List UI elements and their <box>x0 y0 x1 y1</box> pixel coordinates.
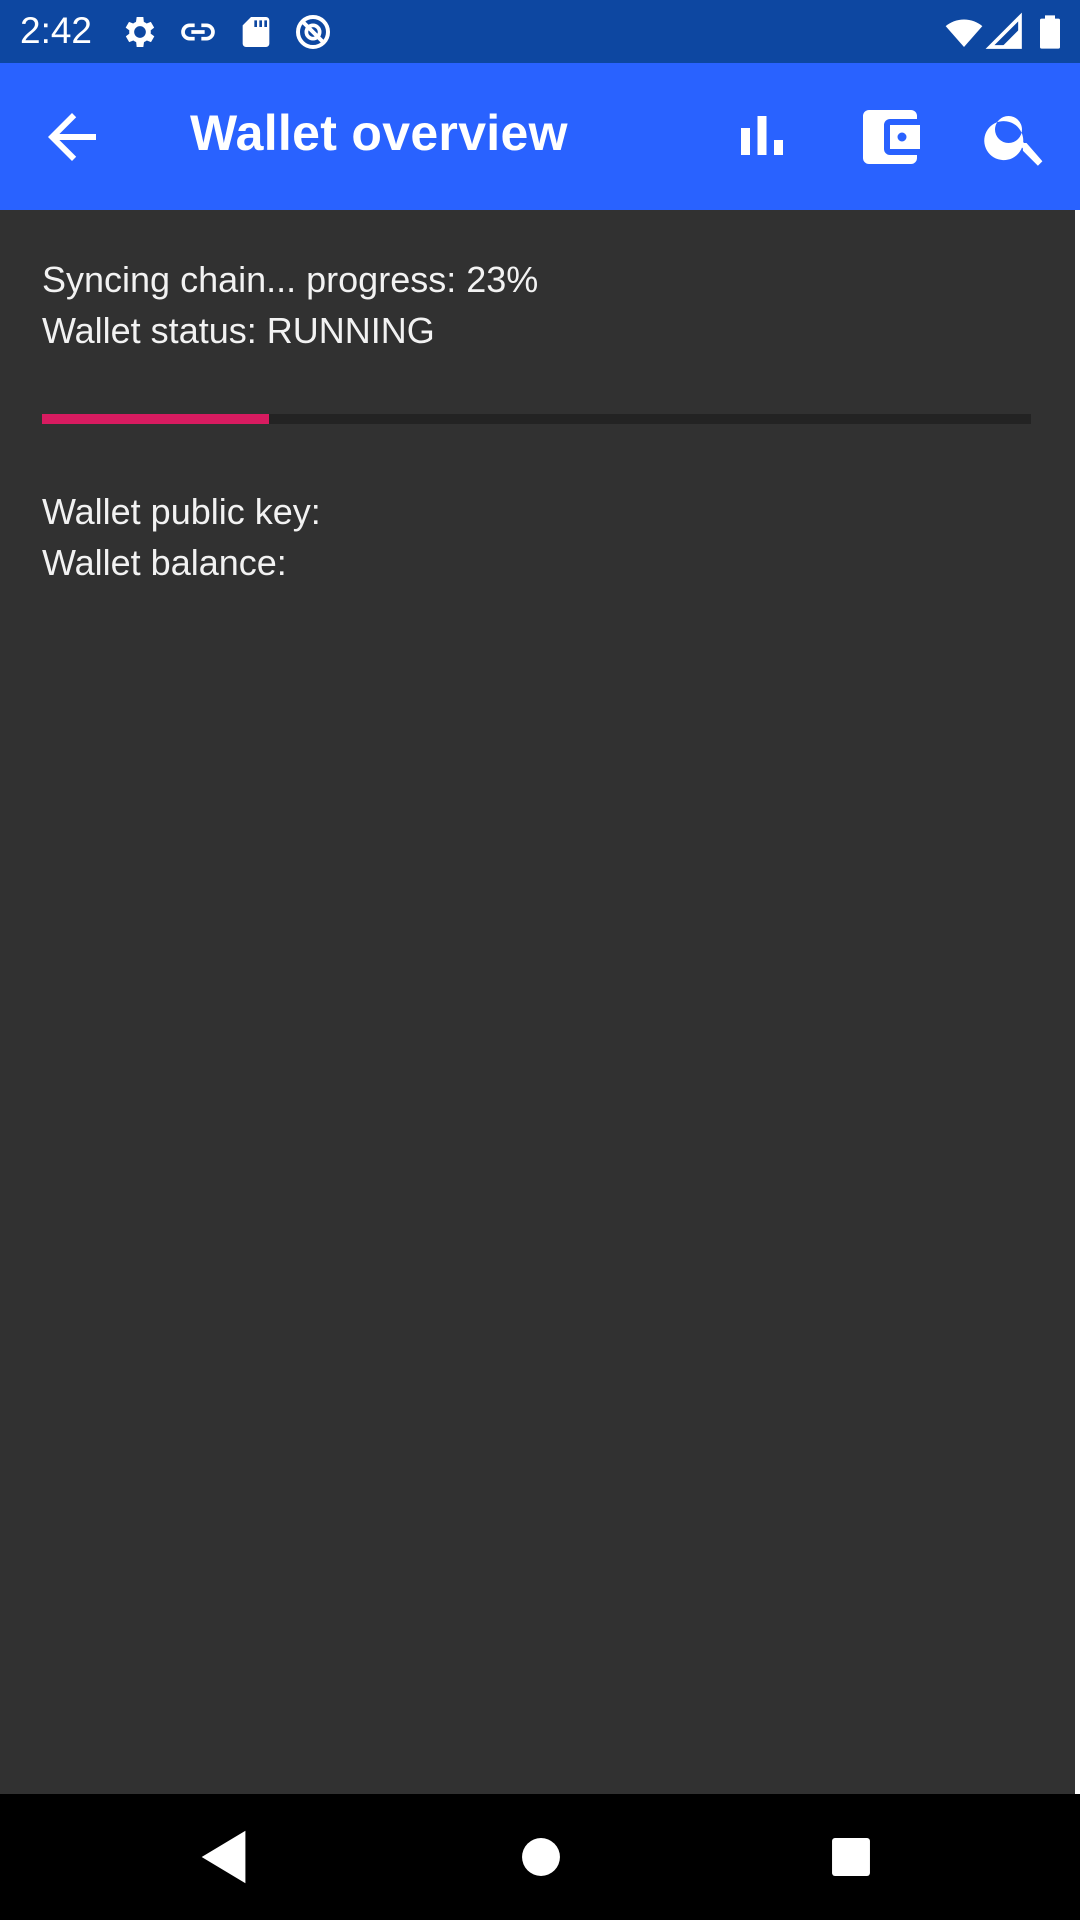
wallet-status-text: Wallet status: RUNNING <box>42 310 435 351</box>
wallet-overview-content: Syncing chain... progress: 23% Wallet st… <box>0 210 1075 1794</box>
sync-progress-bar <box>42 414 1031 424</box>
app-bar: Wallet overview <box>0 63 1080 210</box>
navigation-bar <box>0 1794 1080 1920</box>
recents-square-icon[interactable] <box>816 1822 886 1892</box>
vpn-blocked-icon <box>293 12 333 52</box>
wallet-icon[interactable] <box>854 101 926 173</box>
sync-progress-fill <box>42 414 270 424</box>
link-icon <box>178 12 218 52</box>
status-time: 2:42 <box>20 10 93 51</box>
status-bar: 2:42 <box>0 0 1080 63</box>
wallet-public-key-label: Wallet public key: <box>42 491 321 532</box>
sync-progress-text: Syncing chain... progress: 23% <box>42 259 539 300</box>
arrow-back-icon[interactable] <box>36 101 108 173</box>
back-triangle-icon[interactable] <box>190 1822 260 1892</box>
search-icon[interactable] <box>980 101 1052 173</box>
content-edge-divider <box>1075 210 1080 1794</box>
battery-icon <box>1030 12 1070 52</box>
gear-icon <box>120 12 160 52</box>
wallet-balance-label: Wallet balance: <box>42 542 287 583</box>
home-circle-icon[interactable] <box>506 1822 576 1892</box>
wifi-icon <box>944 12 984 52</box>
page-title: Wallet overview <box>190 105 568 161</box>
bar-chart-icon[interactable] <box>726 101 798 173</box>
sd-card-icon <box>236 12 276 52</box>
cellular-signal-icon <box>985 12 1025 52</box>
